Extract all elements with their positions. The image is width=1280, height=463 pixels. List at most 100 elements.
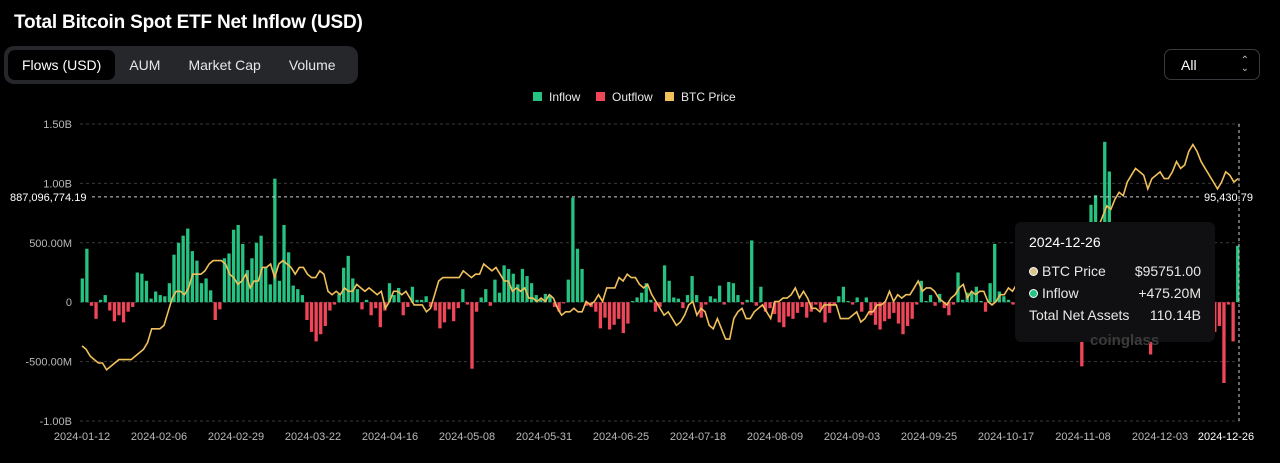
price-dot-icon <box>1029 266 1038 276</box>
outflow-bar <box>369 302 373 316</box>
inflow-bar <box>736 295 740 303</box>
inflow-bar <box>300 295 305 303</box>
outflow-bar <box>378 302 382 328</box>
inflow-bar <box>1002 296 1006 303</box>
inflow-bar <box>960 299 965 303</box>
outflow-bar <box>704 302 708 305</box>
inflow-bar <box>566 279 570 303</box>
inflow-bar <box>231 229 236 303</box>
inflow-bar <box>167 283 172 303</box>
outflow-bar <box>1226 302 1231 305</box>
outflow-bar <box>901 302 905 335</box>
outflow-bar <box>827 302 832 313</box>
x-tick-label: 2024-09-03 <box>824 431 880 443</box>
outflow-bar <box>786 302 791 317</box>
inflow-bar <box>493 279 497 303</box>
inflow-bar <box>103 295 107 303</box>
inflow-bar <box>640 292 644 303</box>
outflow-bar <box>360 302 364 310</box>
outflow-bar <box>883 302 887 322</box>
outflow-bar <box>617 302 621 319</box>
inflow-bar <box>241 243 245 303</box>
outflow-bar <box>612 302 616 325</box>
tooltip: 2024-12-26 BTC Price $95751.00 Inflow +4… <box>1015 222 1215 342</box>
outflow-bar <box>401 302 405 316</box>
outflow-bar <box>933 302 937 306</box>
inflow-bar <box>635 297 639 303</box>
y-tick-label: 1.00B <box>43 178 72 190</box>
legend-swatch <box>533 92 542 101</box>
inflow-bar <box>690 276 694 303</box>
outflow-bar <box>374 302 378 309</box>
inflow-bar <box>988 283 992 303</box>
crosshair-right-label: 95,430.79 <box>1204 192 1253 204</box>
inflow-bar <box>695 295 699 303</box>
outflow-bar <box>488 302 493 306</box>
inflow-bar <box>630 301 635 303</box>
outflow-bar <box>121 302 126 323</box>
inflow-bar <box>250 258 254 303</box>
inflow-bar <box>286 252 291 303</box>
y-tick-label: 0 <box>66 297 72 309</box>
x-tick-label: 2024-12-03 <box>1132 431 1188 443</box>
inflow-bar <box>529 283 534 303</box>
inflow-bar <box>149 298 153 303</box>
outflow-bar <box>433 302 437 311</box>
outflow-bar <box>562 302 566 304</box>
legend-swatch <box>665 92 674 101</box>
y-tick-label: -500.00M <box>26 357 72 369</box>
outflow-bar <box>915 302 919 305</box>
inflow-bar <box>484 289 488 303</box>
inflow-bar <box>731 283 736 303</box>
x-tick-label: 2024-11-08 <box>1055 431 1110 443</box>
outflow-bar <box>112 302 117 322</box>
inflow-bar <box>209 290 213 303</box>
outflow-bar <box>305 302 309 321</box>
outflow-bar <box>309 302 314 332</box>
inflow-bar <box>415 299 419 303</box>
outflow-bar <box>319 302 323 335</box>
inflow-bar <box>479 297 483 303</box>
outflow-bar <box>740 302 745 305</box>
outflow-bar <box>878 302 882 330</box>
inflow-bar <box>282 224 286 303</box>
inflow-bar <box>98 299 103 303</box>
inflow-bar <box>461 289 465 303</box>
inflow-dot-icon <box>1029 288 1038 298</box>
outflow-bar <box>470 302 474 369</box>
outflow-bar <box>474 302 479 312</box>
x-tick-label: 2024-09-25 <box>901 431 957 443</box>
inflow-bar <box>502 265 506 303</box>
inflow-bar <box>144 280 149 303</box>
outflow-bar <box>777 302 781 323</box>
outflow-bar <box>332 302 337 305</box>
x-tick-label: 2024-06-25 <box>593 431 649 443</box>
tooltip-row-inflow: Inflow +475.20M <box>1029 285 1201 301</box>
inflow-bar <box>355 289 360 303</box>
x-tick-label: 2024-10-17 <box>978 431 1034 443</box>
outflow-bar <box>94 302 98 319</box>
inflow-bar <box>667 280 671 303</box>
outflow-bar <box>768 302 772 309</box>
inflow-bar <box>520 268 525 303</box>
tooltip-row-price: BTC Price $95751.00 <box>1029 263 1201 279</box>
inflow-bar <box>291 285 295 303</box>
outflow-bar <box>910 302 914 319</box>
outflow-bar <box>607 302 612 330</box>
outflow-bar <box>447 302 451 310</box>
y-tick-label: 500.00M <box>29 238 72 250</box>
outflow-bar <box>791 302 795 319</box>
outflow-bar <box>328 302 332 311</box>
tooltip-inflow-label: Inflow <box>1042 285 1079 301</box>
inflow-bar <box>717 285 722 303</box>
inflow-bar <box>419 299 424 303</box>
x-tick-label: 2024-02-06 <box>131 431 187 443</box>
inflow-bar <box>364 299 369 303</box>
inflow-bar <box>993 243 997 303</box>
outflow-bar <box>1222 302 1226 383</box>
inflow-bar <box>204 278 208 303</box>
outflow-bar <box>442 302 447 323</box>
inflow-bar <box>227 253 231 303</box>
outflow-bar <box>213 302 217 321</box>
inflow-bar <box>341 267 346 303</box>
